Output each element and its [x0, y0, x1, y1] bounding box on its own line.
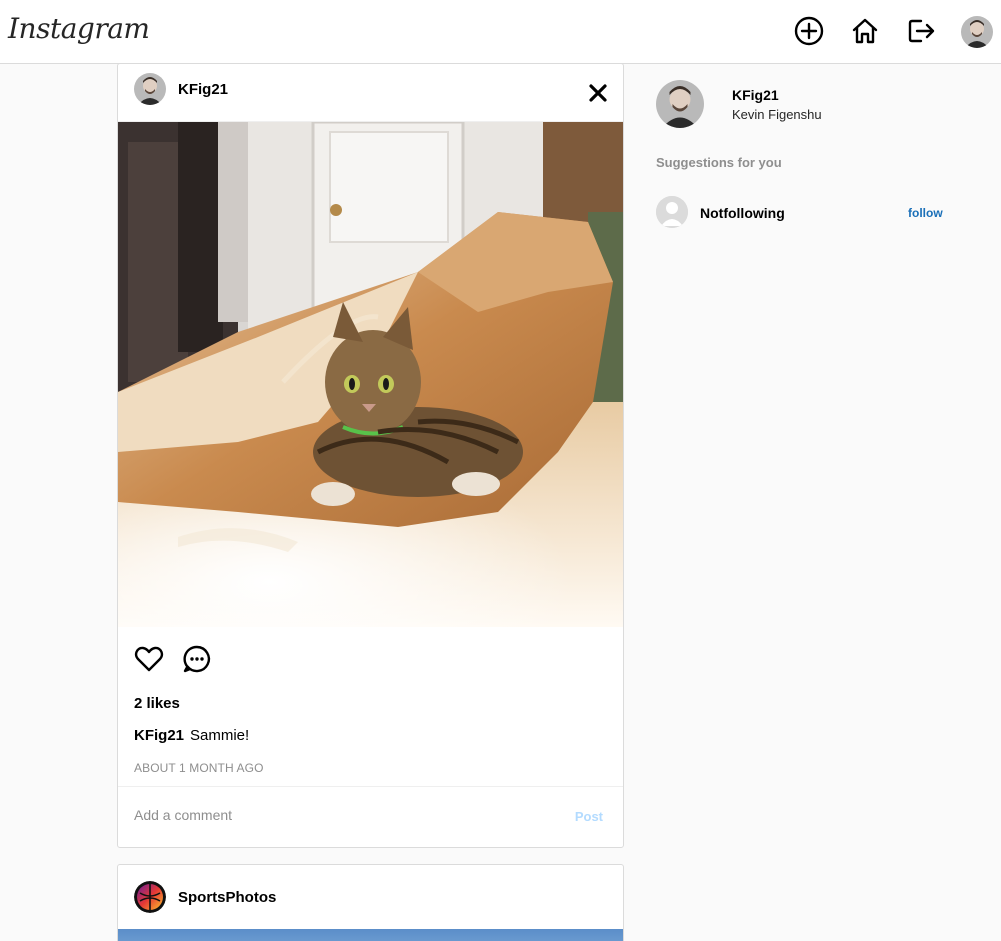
post-card: SportsPhotos: [117, 864, 624, 941]
post-card: KFig21 2 likes KFig21 Sammie! ABOUT 1 MO…: [117, 63, 624, 848]
post-caption: KFig21 Sammie!: [134, 727, 249, 744]
post-actions: [134, 644, 212, 674]
profile-avatar[interactable]: [961, 16, 993, 48]
comment-icon[interactable]: [182, 644, 212, 674]
suggestion-username[interactable]: Notfollowing: [700, 205, 785, 221]
heart-icon[interactable]: [134, 644, 164, 674]
add-post-icon[interactable]: [793, 15, 825, 47]
sidebar-username[interactable]: KFig21: [732, 87, 779, 103]
caption-username[interactable]: KFig21: [134, 727, 184, 744]
suggestion-avatar[interactable]: [656, 196, 688, 228]
post-author-avatar[interactable]: [134, 881, 166, 913]
post-author-avatar[interactable]: [134, 73, 166, 105]
suggestions-title: Suggestions for you: [656, 155, 782, 170]
home-icon[interactable]: [849, 15, 881, 47]
post-author-username[interactable]: KFig21: [178, 81, 228, 98]
like-count[interactable]: 2 likes: [134, 695, 180, 712]
post-photo[interactable]: [118, 122, 623, 627]
close-icon[interactable]: [587, 82, 609, 104]
top-nav-bar: Instagram: [0, 0, 1001, 64]
sidebar-full-name: Kevin Figenshu: [732, 107, 822, 122]
sidebar-profile-avatar[interactable]: [656, 80, 704, 128]
logout-icon[interactable]: [905, 15, 937, 47]
post-timestamp: ABOUT 1 MONTH AGO: [134, 761, 264, 775]
caption-text: Sammie!: [190, 727, 250, 744]
post-photo[interactable]: [118, 929, 623, 941]
follow-button[interactable]: follow: [908, 206, 943, 220]
comment-input[interactable]: [134, 807, 554, 823]
post-header: KFig21: [118, 64, 623, 122]
instagram-logo[interactable]: Instagram: [8, 12, 150, 45]
comment-form: Post: [118, 786, 623, 848]
post-comment-button[interactable]: Post: [575, 809, 603, 824]
post-author-username[interactable]: SportsPhotos: [178, 889, 276, 906]
